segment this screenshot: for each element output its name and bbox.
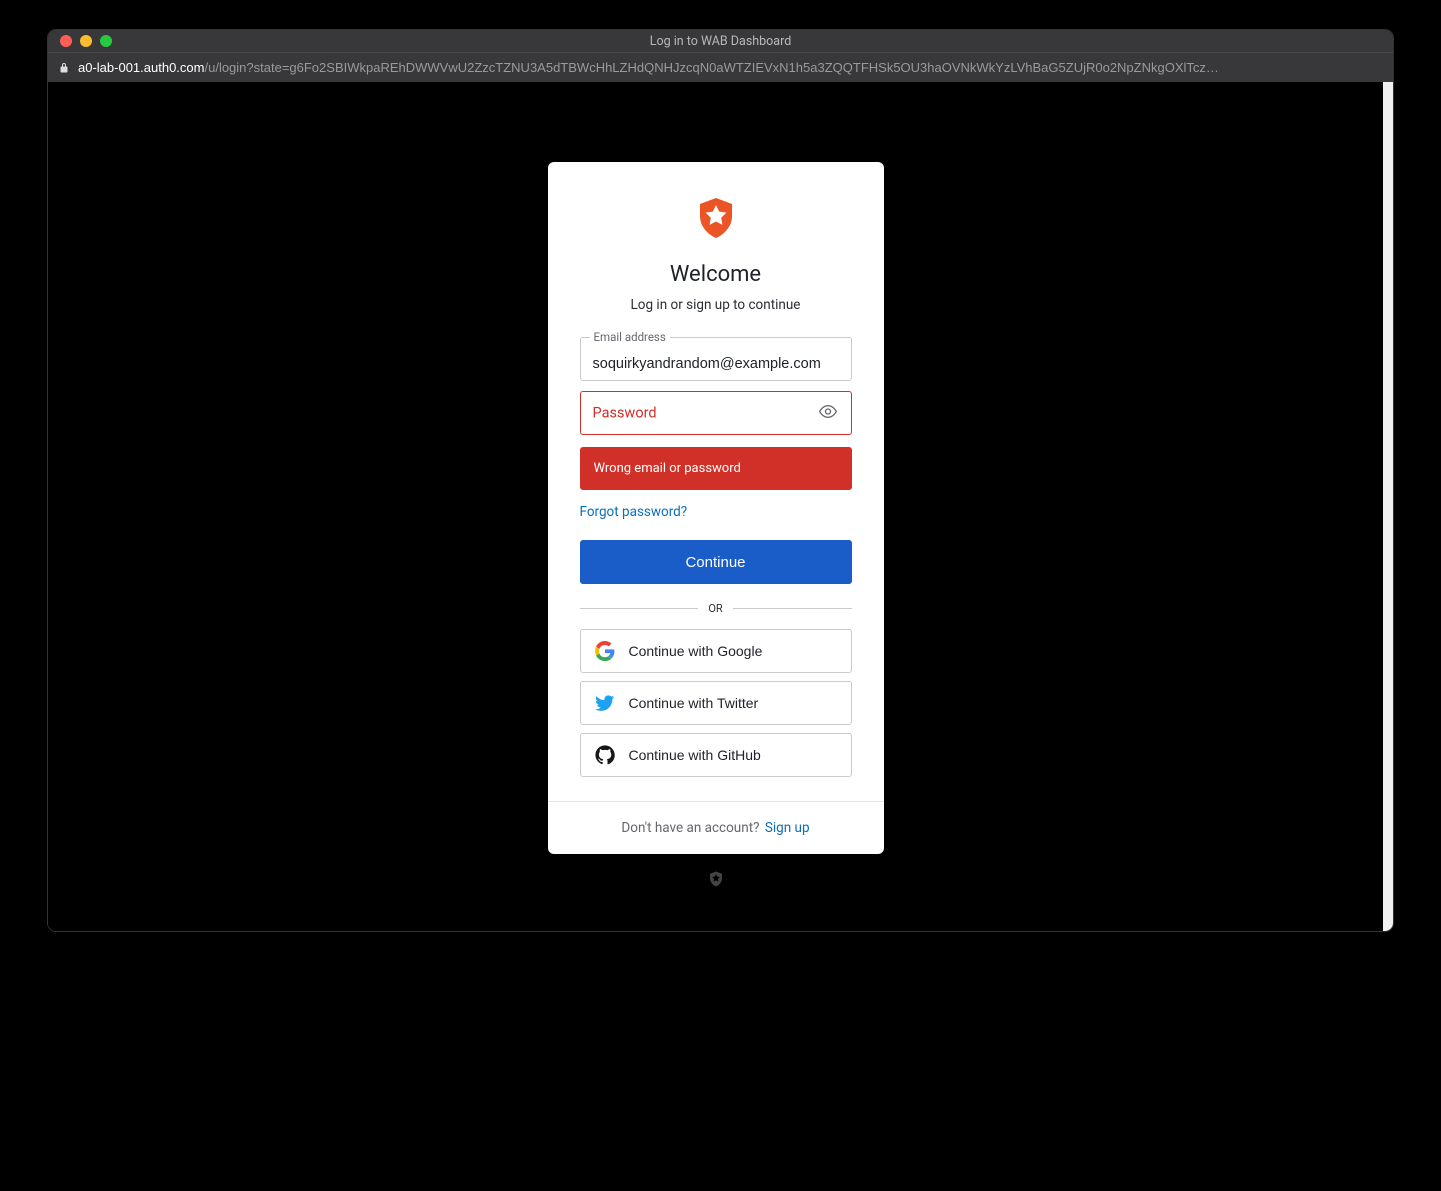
divider-line-left — [580, 608, 699, 609]
scrollbar[interactable] — [1383, 82, 1393, 931]
twitter-icon — [595, 693, 615, 713]
window-title: Log in to WAB Dashboard — [48, 34, 1393, 49]
address-bar[interactable]: a0-lab-001.auth0.com/u/login?state=g6Fo2… — [48, 52, 1393, 82]
login-card: Welcome Log in or sign up to continue Em… — [548, 162, 884, 854]
github-icon — [595, 745, 615, 765]
card-footer: Don't have an account? Sign up — [548, 801, 884, 854]
eye-icon — [818, 410, 838, 425]
url-path: /u/login?state=g6Fo2SBIWkpaREhDWWVwU2Zzc… — [204, 60, 1218, 75]
titlebar: Log in to WAB Dashboard — [48, 30, 1393, 52]
github-button-label: Continue with GitHub — [629, 747, 761, 763]
forgot-password-link[interactable]: Forgot password? — [580, 504, 688, 520]
google-icon — [595, 641, 615, 661]
page-title: Welcome — [670, 262, 761, 287]
continue-with-twitter-button[interactable]: Continue with Twitter — [580, 681, 852, 725]
subtitle: Log in or sign up to continue — [631, 297, 801, 313]
url-host: a0-lab-001.auth0.com — [78, 60, 204, 75]
continue-button[interactable]: Continue — [580, 540, 852, 584]
viewport: Welcome Log in or sign up to continue Em… — [48, 82, 1393, 931]
divider-line-right — [733, 608, 852, 609]
twitter-button-label: Continue with Twitter — [629, 695, 759, 711]
traffic-lights — [48, 35, 112, 47]
auth0-footer-badge[interactable] — [707, 870, 725, 888]
minimize-window-button[interactable] — [80, 35, 92, 47]
signup-prompt: Don't have an account? — [621, 820, 759, 836]
url-text: a0-lab-001.auth0.com/u/login?state=g6Fo2… — [78, 60, 1219, 75]
continue-with-google-button[interactable]: Continue with Google — [580, 629, 852, 673]
email-field-wrap: Email address — [580, 337, 852, 381]
divider: OR — [580, 602, 852, 615]
auth0-logo-icon — [692, 194, 740, 242]
signup-link[interactable]: Sign up — [765, 820, 810, 836]
password-field-wrap: Password — [580, 391, 852, 435]
google-button-label: Continue with Google — [629, 643, 763, 659]
maximize-window-button[interactable] — [100, 35, 112, 47]
page-content: Welcome Log in or sign up to continue Em… — [48, 82, 1383, 931]
lock-icon — [58, 62, 70, 74]
browser-window: Log in to WAB Dashboard a0-lab-001.auth0… — [48, 30, 1393, 931]
email-label: Email address — [590, 330, 670, 344]
error-banner: Wrong email or password — [580, 447, 852, 490]
close-window-button[interactable] — [60, 35, 72, 47]
show-password-button[interactable] — [812, 396, 844, 431]
divider-label: OR — [708, 602, 722, 615]
continue-with-github-button[interactable]: Continue with GitHub — [580, 733, 852, 777]
